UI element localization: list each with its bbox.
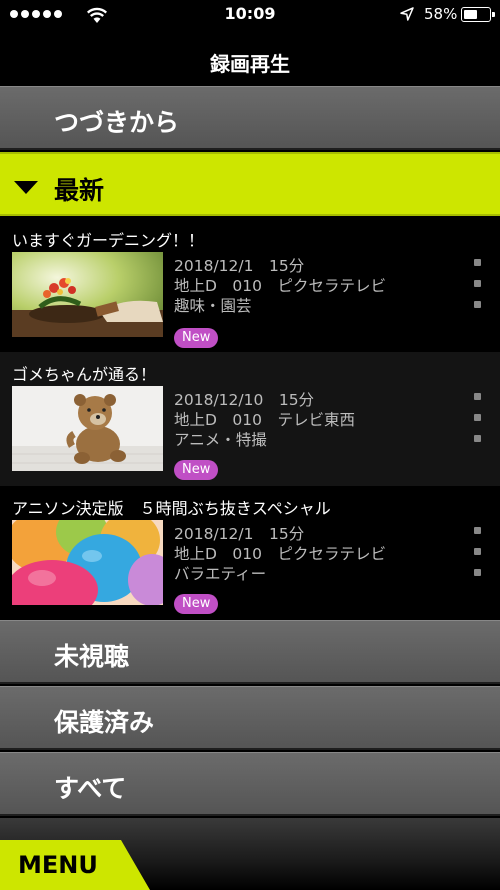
battery-percentage: 58%	[424, 5, 458, 23]
option-dot-icon	[474, 527, 481, 534]
gardening-thumbnail	[12, 252, 163, 337]
program-channel: 地上D 010 ピクセラテレビ	[174, 545, 387, 563]
section-label: 保護済み	[54, 708, 155, 737]
section-all[interactable]: すべて	[0, 752, 500, 816]
section-protected[interactable]: 保護済み	[0, 686, 500, 750]
program-title: アニソン決定版 ５時間ぶち抜きスペシャル	[12, 499, 331, 518]
program-genre: バラエティー	[174, 565, 267, 583]
program-title: ゴメちゃんが通る！	[12, 365, 157, 384]
option-dot-icon	[474, 569, 481, 576]
battery-icon	[461, 7, 495, 22]
program-title: いますぐガーデニング！！	[12, 231, 205, 250]
program-date: 2018/12/1 15分	[174, 525, 305, 543]
option-dot-icon	[474, 301, 481, 308]
option-dot-icon	[474, 280, 481, 287]
new-badge: New	[174, 328, 219, 348]
bottom-menu-bar: MENU	[0, 818, 500, 890]
page-title: 録画再生	[210, 52, 290, 76]
section-label: すべて	[54, 774, 127, 803]
menu-label: MENU	[18, 851, 98, 879]
battery-level	[464, 10, 477, 19]
new-badge: New	[174, 594, 219, 614]
option-dot-icon	[474, 548, 481, 555]
section-latest[interactable]: 最新	[0, 152, 500, 216]
menu-button[interactable]: MENU	[0, 840, 150, 890]
program-item[interactable]: アニソン決定版 ５時間ぶち抜きスペシャル 2018/12/1 15分 地上D 0…	[0, 486, 500, 620]
program-channel: 地上D 010 ピクセラテレビ	[174, 277, 387, 295]
section-unwatched[interactable]: 未視聴	[0, 620, 500, 684]
program-date: 2018/12/1 15分	[174, 257, 305, 275]
new-badge: New	[174, 460, 219, 480]
program-item[interactable]: ゴメちゃんが通る！ 2018/12/10 15分 地上D 010 テレビ東西 ア…	[0, 352, 500, 486]
program-date: 2018/12/10 15分	[174, 391, 315, 409]
option-dot-icon	[474, 414, 481, 421]
program-channel: 地上D 010 テレビ東西	[174, 411, 356, 429]
status-bar: 10:09 58%	[0, 0, 500, 30]
program-genre: アニメ・特撮	[174, 431, 267, 449]
expand-triangle-icon	[14, 181, 38, 194]
option-dot-icon	[474, 435, 481, 442]
section-label: つづきから	[54, 108, 180, 137]
option-dot-icon	[474, 259, 481, 266]
navigation-bar: 録画再生	[0, 30, 500, 86]
program-genre: 趣味・園芸	[174, 297, 252, 315]
program-item[interactable]: いますぐガーデニング！！ 2018/12/1 15分 地上D 010 ピクセラテ…	[0, 218, 500, 352]
section-label: 最新	[54, 176, 105, 205]
option-dot-icon	[474, 393, 481, 400]
section-label: 未視聴	[54, 642, 130, 671]
location-arrow-icon	[400, 7, 414, 21]
section-continue[interactable]: つづきから	[0, 86, 500, 150]
balloons-thumbnail	[12, 520, 163, 605]
teddy-bear-thumbnail	[12, 386, 163, 471]
